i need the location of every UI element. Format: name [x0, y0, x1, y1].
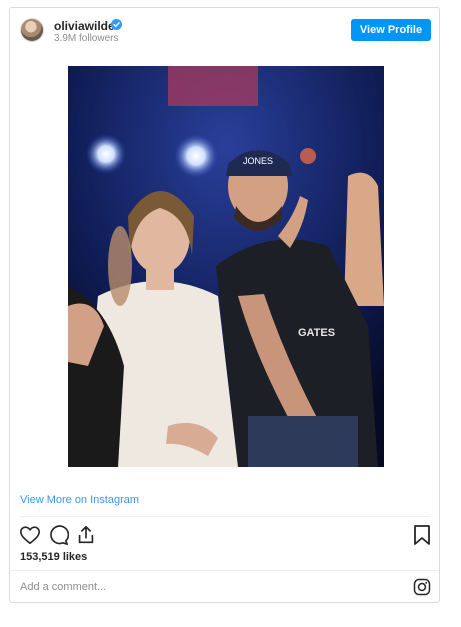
follower-count: 3.9M followers: [54, 33, 119, 44]
username-link[interactable]: oliviawilde: [54, 19, 115, 33]
concert-photo-illustration: JONES GATES: [68, 66, 384, 467]
like-count: 153,519 likes: [20, 551, 88, 563]
comment-input[interactable]: Add a comment...: [20, 581, 106, 593]
post-photo[interactable]: JONES GATES: [68, 66, 384, 467]
view-profile-button[interactable]: View Profile: [351, 19, 431, 41]
instagram-logo-icon[interactable]: [413, 578, 431, 596]
post-header: oliviawilde 3.9M followers View Profile: [10, 8, 439, 54]
verified-badge-icon: [111, 19, 122, 30]
comment-icon[interactable]: [47, 524, 69, 546]
divider: [10, 570, 439, 571]
shirt-graphic-text: GATES: [298, 327, 335, 339]
cap-logo-text: JONES: [243, 156, 273, 166]
avatar[interactable]: [20, 18, 44, 42]
divider: [20, 516, 430, 517]
heart-icon[interactable]: [19, 524, 41, 546]
share-icon[interactable]: [75, 524, 97, 546]
bookmark-icon[interactable]: [413, 524, 431, 546]
instagram-embed-card: oliviawilde 3.9M followers View Profile: [9, 7, 440, 603]
view-more-link[interactable]: View More on Instagram: [20, 494, 139, 506]
